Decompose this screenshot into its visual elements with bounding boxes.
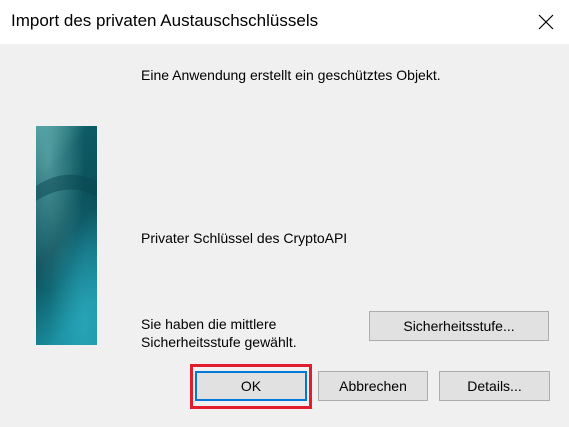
security-text-line2: Sicherheitsstufe gewählt. [141,334,297,350]
side-banner-image [36,126,97,345]
dialog-window: Import des privaten Austauschschlüssels … [0,0,569,427]
security-text-line1: Sie haben die mittlere [141,316,277,332]
cancel-button[interactable]: Abbrechen [318,371,428,401]
title-bar: Import des privaten Austauschschlüssels [0,0,569,44]
window-title: Import des privaten Austauschschlüssels [11,11,319,30]
ok-button[interactable]: OK [195,371,307,401]
key-name-label: Privater Schlüssel des CryptoAPI [141,230,348,246]
security-level-text: Sie haben die mittlere Sicherheitsstufe … [141,315,297,351]
security-level-button[interactable]: Sicherheitsstufe... [369,311,549,341]
close-button[interactable] [523,0,569,44]
details-button[interactable]: Details... [439,371,550,401]
close-icon [538,14,554,30]
message-text: Eine Anwendung erstellt ein geschütztes … [141,67,441,83]
